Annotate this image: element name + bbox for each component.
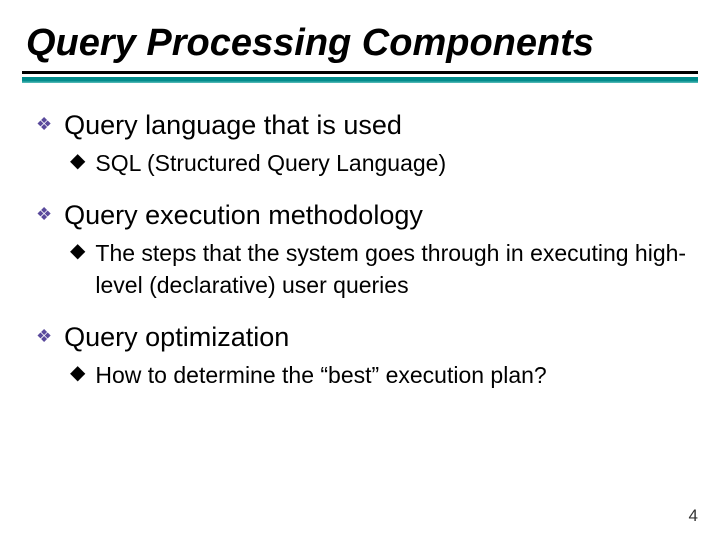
- bullet-level2: ◆ SQL (Structured Query Language): [70, 147, 690, 179]
- slide: Query Processing Components ❖ Query lang…: [0, 0, 720, 540]
- diamond-bullet-icon: ❖: [36, 109, 52, 139]
- bullet-level1: ❖ Query optimization: [36, 321, 690, 353]
- bullet-level1: ❖ Query language that is used: [36, 109, 690, 141]
- diamond-bullet-icon: ❖: [36, 321, 52, 351]
- dot-bullet-icon: ◆: [70, 147, 85, 175]
- bullet-text: Query optimization: [64, 321, 289, 353]
- bullet-text: How to determine the “best” execution pl…: [95, 359, 546, 391]
- slide-title: Query Processing Components: [0, 0, 720, 71]
- bullet-text: The steps that the system goes through i…: [95, 237, 690, 301]
- slide-body: ❖ Query language that is used ◆ SQL (Str…: [0, 83, 720, 391]
- dot-bullet-icon: ◆: [70, 237, 85, 265]
- page-number: 4: [689, 506, 698, 526]
- bullet-text: Query language that is used: [64, 109, 402, 141]
- bullet-level2: ◆ The steps that the system goes through…: [70, 237, 690, 301]
- bullet-text: Query execution methodology: [64, 199, 423, 231]
- bullet-level2: ◆ How to determine the “best” execution …: [70, 359, 690, 391]
- diamond-bullet-icon: ❖: [36, 199, 52, 229]
- bullet-level1: ❖ Query execution methodology: [36, 199, 690, 231]
- bullet-text: SQL (Structured Query Language): [95, 147, 446, 179]
- title-divider: [22, 71, 698, 83]
- dot-bullet-icon: ◆: [70, 359, 85, 387]
